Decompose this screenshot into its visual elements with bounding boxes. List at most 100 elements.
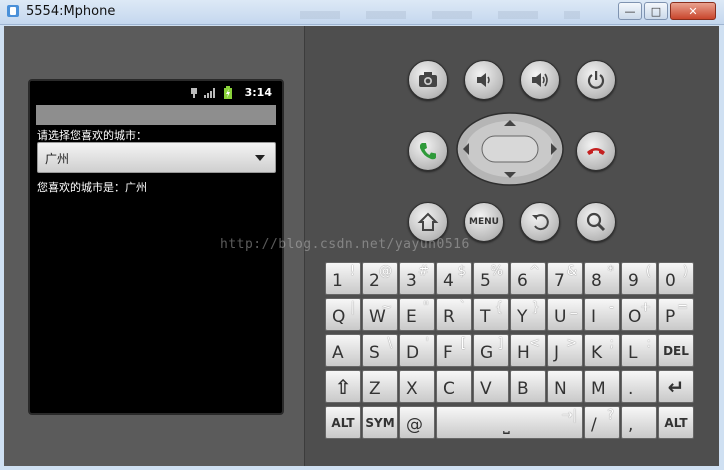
app-title-bar bbox=[36, 105, 276, 125]
key-row1-1[interactable]: 2 @ bbox=[362, 262, 398, 295]
key-alt-label: ) bbox=[682, 264, 688, 279]
key-row2-2[interactable]: E " bbox=[399, 298, 435, 331]
maximize-button[interactable]: □ bbox=[644, 2, 668, 20]
dpad[interactable] bbox=[456, 112, 564, 186]
volume-down-button[interactable] bbox=[464, 60, 504, 100]
hardware-keyboard: 1! 2 @3 #4 $5% 6 ^ 7 & 8 * 9(0) Q | W ~ E " R ` T{Y} U _ I - O + P =… bbox=[325, 262, 697, 442]
key-row2-6[interactable]: U _ bbox=[547, 298, 583, 331]
watermark-text: http://blog.csdn.net/yayun0516 bbox=[220, 237, 470, 252]
menu-label: MENU bbox=[469, 217, 499, 227]
minimize-button[interactable]: — bbox=[618, 2, 642, 20]
key-row2-7[interactable]: I- bbox=[584, 298, 620, 331]
key-row3-8[interactable]: L: bbox=[621, 334, 657, 367]
key-main-label: 5 bbox=[480, 271, 491, 291]
key-main-label: H bbox=[517, 343, 530, 363]
key-row2-4[interactable]: T{ bbox=[473, 298, 509, 331]
key-alt-label: } bbox=[531, 300, 540, 315]
key-alt-label: " bbox=[423, 300, 429, 315]
key-row2-5[interactable]: Y} bbox=[510, 298, 546, 331]
key-main-label: J bbox=[554, 343, 560, 363]
key-row4-9[interactable]: ↵ bbox=[658, 370, 694, 403]
key-row5-0[interactable]: ALT bbox=[325, 406, 361, 439]
key-main-label: 7 bbox=[554, 271, 565, 291]
key-row1-9[interactable]: 0) bbox=[658, 262, 694, 295]
space-key[interactable]: ⎵ →| bbox=[436, 406, 583, 439]
key-row1-2[interactable]: 3 # bbox=[399, 262, 435, 295]
key-row3-7[interactable]: K; bbox=[584, 334, 620, 367]
key-row5-1[interactable]: SYM bbox=[362, 406, 398, 439]
key-row5-6[interactable]: ALT bbox=[658, 406, 694, 439]
key-main-label: 3 bbox=[406, 271, 417, 291]
key-row5-4[interactable]: /? bbox=[584, 406, 620, 439]
key-main-label: ALT bbox=[664, 416, 688, 430]
key-main-label: L bbox=[628, 343, 638, 363]
key-row5-5[interactable]: , bbox=[621, 406, 657, 439]
usb-icon bbox=[191, 88, 197, 98]
key-alt-label: < bbox=[529, 336, 540, 351]
key-row1-6[interactable]: 7 & bbox=[547, 262, 583, 295]
key-row4-7[interactable]: M bbox=[584, 370, 620, 403]
key-row2-0[interactable]: Q | bbox=[325, 298, 361, 331]
dropdown-arrow-icon bbox=[255, 155, 265, 161]
back-icon bbox=[532, 214, 549, 231]
key-row4-3[interactable]: C bbox=[436, 370, 472, 403]
key-row3-1[interactable]: S \ bbox=[362, 334, 398, 367]
key-row4-5[interactable]: B bbox=[510, 370, 546, 403]
power-button[interactable] bbox=[576, 60, 616, 100]
key-row3-6[interactable]: J > bbox=[547, 334, 583, 367]
key-row4-0[interactable]: ⇧ bbox=[325, 370, 361, 403]
key-row3-2[interactable]: D ' bbox=[399, 334, 435, 367]
key-main-label: K bbox=[591, 343, 603, 363]
end-call-button[interactable] bbox=[576, 131, 616, 171]
city-spinner[interactable]: 广州 bbox=[37, 142, 276, 173]
key-row3-9[interactable]: DEL bbox=[658, 334, 694, 367]
key-main-label: C bbox=[443, 379, 455, 399]
key-main-label: E bbox=[406, 307, 417, 327]
key-row4-2[interactable]: X bbox=[399, 370, 435, 403]
key-row1-4[interactable]: 5% bbox=[473, 262, 509, 295]
search-button[interactable] bbox=[576, 202, 616, 242]
key-alt-label: ' bbox=[425, 336, 429, 351]
key-alt-label: ] bbox=[497, 336, 503, 351]
key-row4-8[interactable]: . bbox=[621, 370, 657, 403]
key-row1-3[interactable]: 4 $ bbox=[436, 262, 472, 295]
key-row2-8[interactable]: O + bbox=[621, 298, 657, 331]
key-row1-0[interactable]: 1! bbox=[325, 262, 361, 295]
key-main-label: M bbox=[591, 379, 606, 399]
key-row4-4[interactable]: V bbox=[473, 370, 509, 403]
key-main-label: V bbox=[480, 379, 492, 399]
dpad-center[interactable] bbox=[481, 135, 539, 163]
end-call-icon bbox=[587, 148, 605, 155]
key-main-label: N bbox=[554, 379, 567, 399]
key-alt-label: ^ bbox=[529, 264, 540, 279]
close-button[interactable]: ✕ bbox=[670, 2, 716, 20]
key-row4-1[interactable]: Z bbox=[362, 370, 398, 403]
key-row3-3[interactable]: F[ bbox=[436, 334, 472, 367]
key-main-label: B bbox=[517, 379, 529, 399]
key-alt-label: > bbox=[566, 336, 577, 351]
volume-up-button[interactable] bbox=[520, 60, 560, 100]
key-main-label: 4 bbox=[443, 271, 454, 291]
menu-button[interactable]: MENU bbox=[464, 202, 504, 242]
key-main-label: 6 bbox=[517, 271, 528, 291]
key-row3-5[interactable]: H < bbox=[510, 334, 546, 367]
key-row3-4[interactable]: G] bbox=[473, 334, 509, 367]
key-row5-2[interactable]: @ bbox=[399, 406, 435, 439]
key-row2-9[interactable]: P = bbox=[658, 298, 694, 331]
call-button[interactable] bbox=[408, 131, 448, 171]
key-alt-label: [ bbox=[460, 336, 466, 351]
back-button[interactable] bbox=[520, 202, 560, 242]
camera-button[interactable] bbox=[408, 60, 448, 100]
key-row2-1[interactable]: W ~ bbox=[362, 298, 398, 331]
home-button[interactable] bbox=[408, 202, 448, 242]
key-row4-6[interactable]: N bbox=[547, 370, 583, 403]
key-row3-0[interactable]: A bbox=[325, 334, 361, 367]
key-row1-5[interactable]: 6 ^ bbox=[510, 262, 546, 295]
key-row1-7[interactable]: 8 * bbox=[584, 262, 620, 295]
key-main-label: 8 bbox=[591, 271, 602, 291]
key-row2-3[interactable]: R ` bbox=[436, 298, 472, 331]
key-main-label: Y bbox=[517, 307, 528, 327]
key-alt-label: $ bbox=[457, 264, 466, 279]
key-main-label: ⎵ bbox=[503, 415, 510, 435]
key-row1-8[interactable]: 9( bbox=[621, 262, 657, 295]
